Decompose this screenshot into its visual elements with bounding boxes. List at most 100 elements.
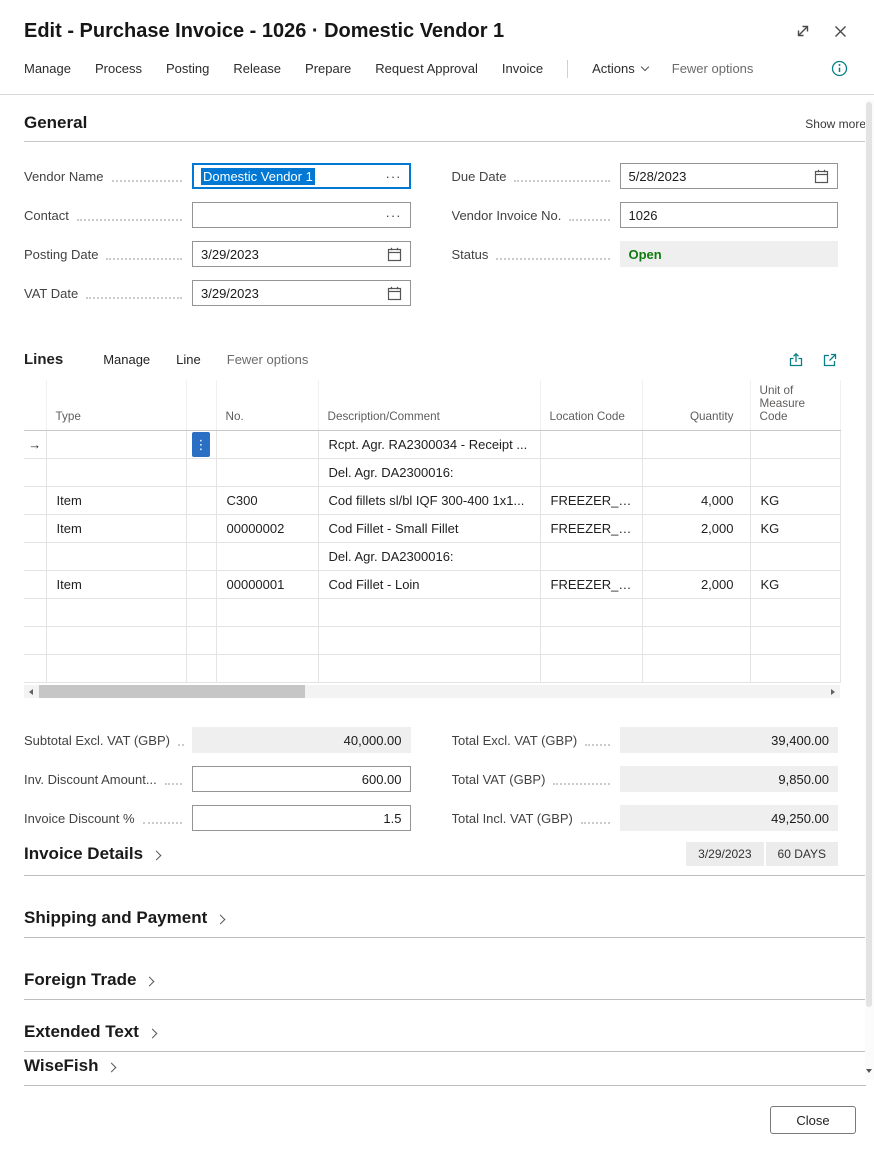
row-selector-cell[interactable]: → [24,431,46,459]
general-heading[interactable]: General [24,113,87,133]
show-more-link[interactable]: Show more [805,117,866,131]
col-description[interactable]: Description/Comment [318,380,540,431]
cell-type[interactable] [46,459,186,487]
cell-location[interactable] [540,543,642,571]
cell-no[interactable] [216,459,318,487]
cell-type[interactable]: Item [46,571,186,599]
cell-no[interactable] [216,543,318,571]
horizontal-scrollbar[interactable] [24,685,840,698]
row-context-menu-button[interactable]: ⋮ [192,432,210,457]
cell-quantity[interactable] [642,599,750,627]
row-selector-cell[interactable] [24,487,46,515]
vendor-name-input[interactable]: Domestic Vendor 1 ··· [192,163,411,189]
row-selector-cell[interactable] [24,655,46,683]
share-icon[interactable] [788,352,804,368]
lines-menu-line[interactable]: Line [176,352,201,367]
row-selector-cell[interactable] [24,599,46,627]
lines-menu-manage[interactable]: Manage [103,352,150,367]
hscroll-thumb[interactable] [39,685,305,698]
cell-uom[interactable]: KG [750,571,840,599]
close-button[interactable]: Close [770,1106,856,1134]
cell-description[interactable]: Cod fillets sl/bl IQF 300-400 1x1... [318,487,540,515]
cell-location[interactable] [540,431,642,459]
col-uom[interactable]: Unit of Measure Code [750,380,840,431]
menu-process[interactable]: Process [95,61,142,76]
col-location[interactable]: Location Code [540,380,642,431]
scroll-left-arrow[interactable] [24,685,38,698]
info-icon[interactable] [831,60,848,77]
cell-description[interactable] [318,655,540,683]
fasttab-wisefish[interactable]: WiseFish [24,1056,866,1086]
menu-posting[interactable]: Posting [166,61,209,76]
cell-location[interactable] [540,627,642,655]
cell-type[interactable]: Item [46,487,186,515]
cell-uom[interactable]: KG [750,515,840,543]
cell-no[interactable] [216,599,318,627]
row-selector-cell[interactable] [24,459,46,487]
scroll-right-arrow[interactable] [826,685,840,698]
vscroll-thumb[interactable] [866,102,872,1007]
vat-date-input[interactable]: 3/29/2023 [192,280,411,306]
col-type[interactable]: Type [46,380,186,431]
cell-description[interactable] [318,599,540,627]
cell-quantity[interactable]: 2,000 [642,571,750,599]
cell-quantity[interactable] [642,627,750,655]
cell-description[interactable]: Del. Agr. DA2300016: [318,459,540,487]
fasttab-foreign-trade[interactable]: Foreign Trade [24,970,866,1000]
cell-quantity[interactable] [642,431,750,459]
cell-no[interactable] [216,655,318,683]
row-selector-cell[interactable] [24,627,46,655]
cell-no[interactable]: 00000002 [216,515,318,543]
cell-type[interactable] [46,655,186,683]
cell-type[interactable]: Item [46,515,186,543]
cell-uom[interactable] [750,599,840,627]
cell-quantity[interactable]: 4,000 [642,487,750,515]
due-date-input[interactable]: 5/28/2023 [620,163,839,189]
cell-uom[interactable] [750,543,840,571]
cell-uom[interactable] [750,627,840,655]
cell-description[interactable]: Cod Fillet - Small Fillet [318,515,540,543]
cell-description[interactable]: Del. Agr. DA2300016: [318,543,540,571]
cell-uom[interactable] [750,655,840,683]
posting-date-input[interactable]: 3/29/2023 [192,241,411,267]
cell-location[interactable] [540,599,642,627]
cell-uom[interactable] [750,459,840,487]
vendor-invoice-no-input[interactable]: 1026 [620,202,839,228]
menu-fewer-options[interactable]: Fewer options [672,61,754,76]
close-window-icon[interactable] [833,24,848,39]
lines-heading[interactable]: Lines [24,351,63,368]
row-selector-cell[interactable] [24,571,46,599]
calendar-icon[interactable] [387,286,402,301]
contact-input[interactable]: ··· [192,202,411,228]
lookup-ellipsis-icon[interactable]: ··· [386,209,402,222]
fasttab-shipping-and-payment[interactable]: Shipping and Payment [24,908,866,938]
cell-quantity[interactable]: 2,000 [642,515,750,543]
row-selector-cell[interactable] [24,515,46,543]
cell-description[interactable]: Cod Fillet - Loin [318,571,540,599]
calendar-icon[interactable] [814,169,829,184]
cell-type[interactable] [46,431,186,459]
lookup-ellipsis-icon[interactable]: ··· [386,170,402,183]
cell-no[interactable] [216,431,318,459]
cell-type[interactable] [46,627,186,655]
cell-no[interactable]: C300 [216,487,318,515]
menu-release[interactable]: Release [233,61,281,76]
cell-type[interactable] [46,543,186,571]
cell-description[interactable]: Rcpt. Agr. RA2300034 - Receipt ... [318,431,540,459]
lines-menu-fewer-options[interactable]: Fewer options [227,352,309,367]
popout-icon[interactable] [822,352,838,368]
cell-quantity[interactable] [642,459,750,487]
cell-location[interactable]: FREEZER_01 [540,487,642,515]
expand-window-icon[interactable] [795,23,811,39]
calendar-icon[interactable] [387,247,402,262]
cell-quantity[interactable] [642,543,750,571]
menu-invoice[interactable]: Invoice [502,61,543,76]
menu-actions[interactable]: Actions [592,61,648,76]
cell-type[interactable] [46,599,186,627]
cell-location[interactable] [540,655,642,683]
menu-manage[interactable]: Manage [24,61,71,76]
fasttab-invoice-details[interactable]: Invoice Details 3/29/2023 60 DAYS [24,842,866,876]
cell-no[interactable]: 00000001 [216,571,318,599]
row-selector-cell[interactable] [24,543,46,571]
col-quantity[interactable]: Quantity [642,380,750,431]
